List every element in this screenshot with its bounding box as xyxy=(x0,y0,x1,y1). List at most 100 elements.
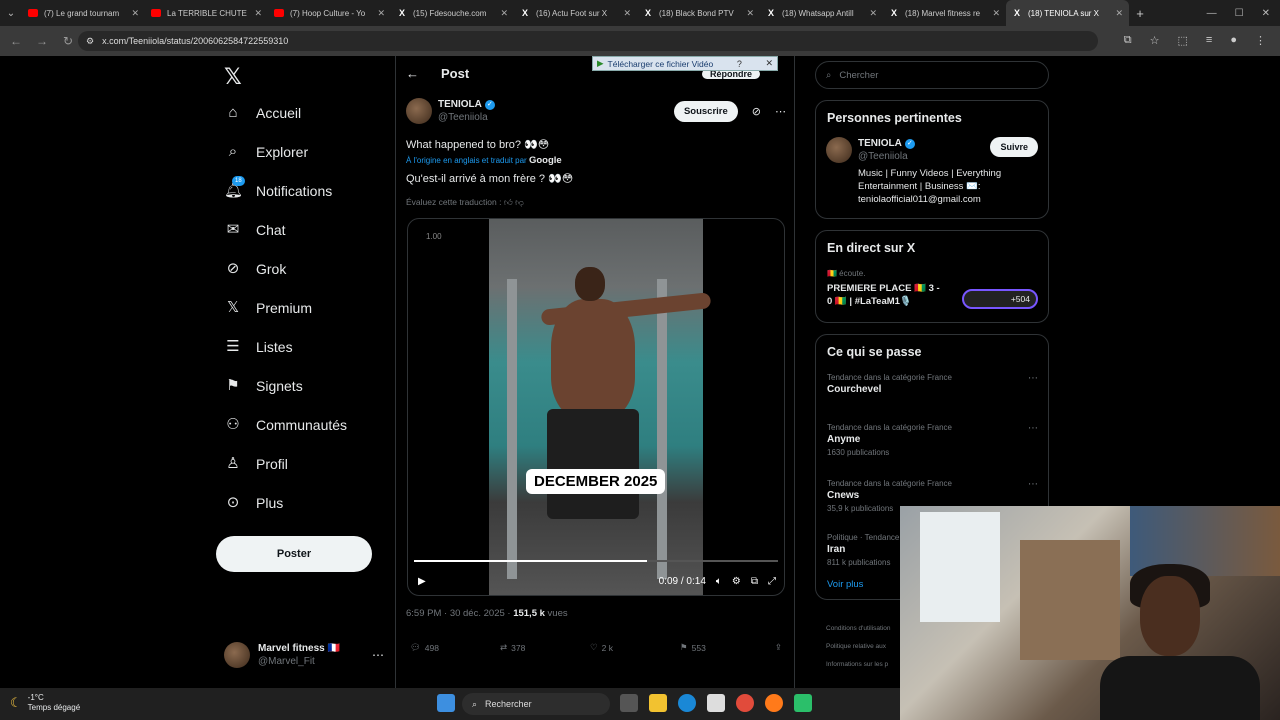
app-icon[interactable] xyxy=(794,694,812,712)
play-icon[interactable]: ▶ xyxy=(418,576,426,587)
firefox-icon[interactable] xyxy=(765,694,783,712)
nav-premium[interactable]: 𝕏 Premium xyxy=(224,299,312,317)
repost-action[interactable]: ⇄ 378 xyxy=(500,642,590,653)
file-explorer-icon[interactable] xyxy=(649,694,667,712)
nav-profile[interactable]: ♙ Profil xyxy=(224,455,288,473)
avatar[interactable] xyxy=(826,137,852,163)
browser-tab[interactable]: X (16) Actu Foot sur X ✕ xyxy=(514,0,637,26)
nav-communities[interactable]: ⚇ Communautés xyxy=(224,416,347,434)
task-view-icon[interactable] xyxy=(620,694,638,712)
download-video-banner[interactable]: ▶ Télécharger ce fichier Vidéo ? ✕ xyxy=(592,56,778,71)
author-handle[interactable]: @Teeniiola xyxy=(438,111,495,124)
browser-tab-active[interactable]: X (18) TENIOLA sur X ✕ xyxy=(1006,0,1129,26)
browser-tab[interactable]: (7) Hoop Culture - Yo ✕ xyxy=(268,0,391,26)
close-icon[interactable]: ✕ xyxy=(500,8,508,19)
footer-link[interactable]: Politique relative aux xyxy=(826,638,890,656)
browser-tab[interactable]: X (18) Whatsapp Antill ✕ xyxy=(760,0,883,26)
trend-item[interactable]: Tendance dans la catégorie France Anyme … xyxy=(816,417,1048,473)
related-name[interactable]: TENIOLA xyxy=(858,137,902,150)
store-icon[interactable] xyxy=(707,694,725,712)
tab-search-icon[interactable]: ⌄ xyxy=(0,8,22,19)
footer-link[interactable]: Informations sur les p xyxy=(826,656,890,674)
browser-tab[interactable]: X (18) Black Bond PTV ✕ xyxy=(637,0,760,26)
help-icon[interactable]: ? xyxy=(737,59,742,69)
more-icon[interactable]: ⋯ xyxy=(1028,479,1038,490)
nav-more[interactable]: ⊙ Plus xyxy=(224,494,284,512)
browser-tab[interactable]: (7) Le grand tournam ✕ xyxy=(22,0,145,26)
windows-start-icon[interactable] xyxy=(437,694,455,712)
star-icon[interactable]: ☆ xyxy=(1150,34,1160,47)
close-icon[interactable]: ✕ xyxy=(746,8,754,19)
profile-icon[interactable]: ● xyxy=(1230,34,1237,47)
video-progress[interactable] xyxy=(414,560,778,562)
forward-icon[interactable]: → xyxy=(34,34,50,48)
nav-grok[interactable]: ⊘ Grok xyxy=(224,260,287,278)
close-icon[interactable]: ✕ xyxy=(131,8,139,19)
weather-widget[interactable]: ☾ -1°C Temps dégagé xyxy=(10,693,80,713)
author-avatar[interactable] xyxy=(406,98,432,124)
bookmark-action[interactable]: ⚑ 553 xyxy=(680,642,770,653)
like-action[interactable]: ♡ 2 k xyxy=(590,642,680,653)
thumbs-up-icon[interactable]: 👍︎ xyxy=(504,197,513,207)
chrome-icon[interactable] xyxy=(736,694,754,712)
fullscreen-icon[interactable]: ⤢ xyxy=(768,576,776,587)
reload-icon[interactable]: ↻ xyxy=(60,34,76,48)
subscribe-button[interactable]: Souscrire xyxy=(673,100,738,122)
back-arrow-icon[interactable]: ← xyxy=(406,66,419,81)
url-field[interactable]: ⚙ x.com/Teeniiola/status/200606258472255… xyxy=(78,31,1098,51)
browser-tab[interactable]: X (18) Marvel fitness re ✕ xyxy=(883,0,1006,26)
media-icon[interactable]: ≡ xyxy=(1206,34,1212,47)
search-input[interactable]: ⌕ Chercher xyxy=(815,61,1049,89)
x-logo-icon[interactable]: 𝕏 xyxy=(224,64,242,90)
more-icon[interactable]: ⋯ xyxy=(372,648,384,662)
edge-icon[interactable] xyxy=(678,694,696,712)
extensions-icon[interactable]: ⬚ xyxy=(1178,34,1188,47)
new-tab-button[interactable]: + xyxy=(1129,6,1151,21)
menu-icon[interactable]: ⋮ xyxy=(1255,34,1266,47)
pip-icon[interactable]: ⧉ xyxy=(751,576,758,587)
nav-chat[interactable]: ✉ Chat xyxy=(224,221,286,239)
taskbar-search[interactable]: ⌕ Rechercher xyxy=(462,693,610,715)
follow-button[interactable]: Suivre xyxy=(990,137,1038,157)
nav-notifications[interactable]: 🔔︎ 18 Notifications xyxy=(224,176,332,200)
footer-link[interactable]: Conditions d'utilisation xyxy=(826,620,890,638)
video-player[interactable]: 1.00 DECEMBER 2025 ▶ 0:09 / 0:14 🔈︎ ⚙ ⧉ xyxy=(407,218,785,596)
author-name[interactable]: TENIOLA xyxy=(438,98,482,111)
browser-tab[interactable]: La TERRIBLE CHUTE ✕ xyxy=(145,0,268,26)
nav-lists[interactable]: ☰ Listes xyxy=(224,338,292,356)
post-button[interactable]: Poster xyxy=(216,536,372,572)
close-icon[interactable]: ✕ xyxy=(992,8,1000,19)
nav-bookmarks[interactable]: ⚑ Signets xyxy=(224,377,302,395)
nav-explore[interactable]: ⌕ Explorer xyxy=(224,143,308,161)
video-frame[interactable]: DECEMBER 2025 xyxy=(489,219,712,595)
close-icon[interactable]: ✕ xyxy=(869,8,877,19)
live-listeners-pill[interactable]: +504 xyxy=(962,289,1038,309)
close-icon[interactable]: ✕ xyxy=(1115,8,1123,19)
trend-item[interactable]: Tendance dans la catégorie France Courch… xyxy=(816,367,1048,417)
site-info-icon[interactable]: ⚙ xyxy=(86,36,94,47)
install-icon[interactable]: ⧉ xyxy=(1124,34,1132,47)
close-icon[interactable]: ✕ xyxy=(765,58,773,69)
more-icon[interactable]: ⋯ xyxy=(775,105,786,118)
more-icon[interactable]: ⋯ xyxy=(1028,373,1038,384)
settings-icon[interactable]: ⚙ xyxy=(732,576,741,587)
browser-tab[interactable]: X (15) Fdesouche.com ✕ xyxy=(391,0,514,26)
back-icon[interactable]: ← xyxy=(8,34,24,48)
close-window-icon[interactable]: ✕ xyxy=(1262,8,1270,19)
close-icon[interactable]: ✕ xyxy=(623,8,631,19)
more-icon[interactable]: ⋯ xyxy=(1028,423,1038,434)
close-icon[interactable]: ✕ xyxy=(377,8,385,19)
volume-icon[interactable]: 🔈︎ xyxy=(716,576,722,587)
close-icon[interactable]: ✕ xyxy=(254,8,262,19)
thumbs-down-icon[interactable]: 👎︎ xyxy=(515,197,524,207)
grok-icon[interactable]: ⊘ xyxy=(752,105,761,118)
reply-action[interactable]: 💬︎ 498 xyxy=(410,642,500,653)
share-icon[interactable]: ⇪ xyxy=(775,642,782,653)
account-switcher[interactable]: Marvel fitness 🇫🇷 @Marvel_Fit ⋯ xyxy=(224,642,384,668)
related-handle[interactable]: @Teeniiola xyxy=(858,150,984,163)
live-card[interactable]: En direct sur X 🇬🇳 écoute. PREMIERE PLAC… xyxy=(815,230,1049,323)
live-space-title[interactable]: PREMIERE PLACE 🇬🇳 3 - 0 🇬🇳 | #LaTeaM1🎙️ xyxy=(816,278,956,318)
nav-home[interactable]: ⌂ Accueil xyxy=(224,104,301,122)
minimize-icon[interactable]: — xyxy=(1207,8,1217,19)
maximize-icon[interactable]: ☐ xyxy=(1235,8,1244,19)
